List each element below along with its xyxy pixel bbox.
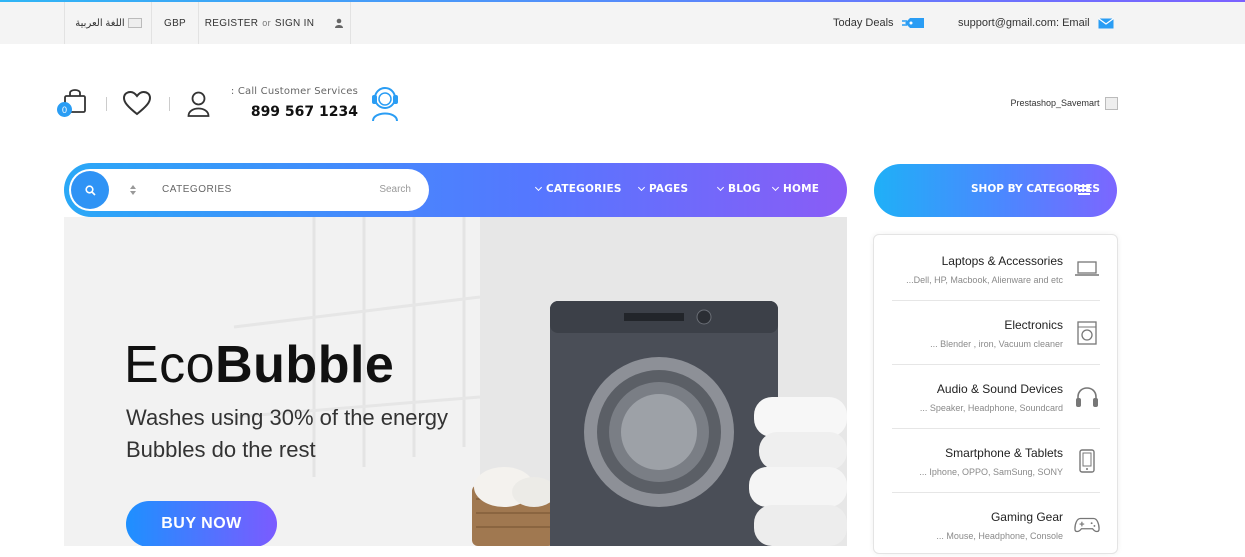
category-select[interactable]: CATEGORIES: [162, 184, 232, 195]
brand-bold: Bubble: [215, 336, 395, 394]
nav-blog[interactable]: BLOG: [716, 183, 761, 195]
banner-line-2: Bubbles do the rest: [126, 437, 316, 462]
brand-light: Eco: [124, 336, 216, 394]
chevron-down-icon: [637, 183, 646, 192]
customer-service-phone[interactable]: 899 567 1234: [230, 104, 358, 120]
currency-switcher[interactable]: GBP: [151, 2, 198, 44]
account-icon[interactable]: [187, 91, 210, 117]
site-logo[interactable]: Prestashop_Savemart: [960, 97, 1118, 110]
nav-label: HOME: [783, 183, 820, 195]
list-item[interactable]: Smartphone & Tablets ... Iphone, OPPO, S…: [892, 429, 1100, 493]
currency-label: GBP: [163, 17, 187, 29]
broken-image-icon: [1105, 97, 1118, 110]
search-box: CATEGORIES Search: [69, 169, 429, 211]
hero-banner: EcoBubble Washes using 30% of the energy…: [64, 217, 847, 546]
category-list: Laptops & Accessories ...Dell, HP, Macbo…: [873, 234, 1118, 554]
logo-alt-text: Prestashop_Savemart: [1010, 97, 1100, 108]
user-icon: [335, 18, 344, 28]
account-links: REGISTER or SIGN IN: [198, 2, 351, 44]
email-label: support@gmail.com: Email: [958, 17, 1090, 29]
envelope-icon: [1097, 17, 1114, 28]
main-navbar: CATEGORIES Search CATEGORIES PAGES BLOG …: [64, 163, 847, 217]
support-headset-icon: [372, 87, 398, 122]
today-deals-label: Today Deals: [833, 17, 894, 29]
nav-categories[interactable]: CATEGORIES: [534, 183, 622, 195]
cart-count-badge: 0: [57, 102, 72, 117]
chevron-down-icon: [716, 183, 725, 192]
register-link[interactable]: REGISTER: [205, 18, 259, 29]
tag-icon: [901, 18, 924, 28]
chevron-down-icon: [534, 183, 543, 192]
nav-label: BLOG: [728, 183, 761, 195]
chevron-down-icon: [771, 183, 780, 192]
nav-label: CATEGORIES: [546, 183, 622, 195]
search-input[interactable]: Search: [379, 184, 411, 195]
top-bar: اللغة العربية GBP REGISTER or SIGN IN To…: [0, 2, 1245, 44]
banner-brand: EcoBubble: [124, 335, 394, 395]
nav-label: PAGES: [649, 183, 689, 195]
category-title: Electronics: [1004, 318, 1063, 332]
category-subtitle: ... Iphone, OPPO, SamSung, SONY: [919, 467, 1063, 477]
laptop-icon: [1074, 257, 1100, 281]
list-item[interactable]: Laptops & Accessories ...Dell, HP, Macbo…: [892, 237, 1100, 301]
category-title: Laptops & Accessories: [941, 254, 1063, 268]
category-title: Smartphone & Tablets: [945, 446, 1063, 460]
headphone-icon: [1074, 385, 1100, 409]
category-title: Audio & Sound Devices: [936, 382, 1063, 396]
list-item[interactable]: Audio & Sound Devices ... Speaker, Headp…: [892, 365, 1100, 429]
language-switcher[interactable]: اللغة العربية: [64, 2, 152, 44]
washer-icon: [1074, 321, 1100, 345]
email-link[interactable]: support@gmail.com: Email: [958, 2, 1114, 44]
buy-now-button[interactable]: BUY NOW: [126, 501, 277, 546]
sort-arrows-icon: [130, 185, 136, 195]
gamepad-icon: [1074, 513, 1100, 537]
category-subtitle: ... Mouse, Headphone, Console: [936, 531, 1063, 541]
category-subtitle: ... Speaker, Headphone, Soundcard: [919, 403, 1063, 413]
category-subtitle: ... Blender , iron, Vacuum cleaner: [930, 339, 1063, 349]
divider: [106, 97, 107, 111]
search-button[interactable]: [71, 171, 109, 209]
or-text: or: [262, 18, 271, 28]
category-title: Gaming Gear: [990, 510, 1063, 524]
today-deals-link[interactable]: Today Deals: [833, 2, 926, 44]
banner-line-1: Washes using 30% of the energy: [126, 405, 449, 430]
list-item[interactable]: Gaming Gear ... Mouse, Headphone, Consol…: [892, 493, 1100, 557]
menu-icon: [1078, 185, 1090, 195]
nav-home[interactable]: HOME: [771, 183, 820, 195]
list-item[interactable]: Electronics ... Blender , iron, Vacuum c…: [892, 301, 1100, 365]
nav-pages[interactable]: PAGES: [637, 183, 689, 195]
signin-link[interactable]: SIGN IN: [275, 18, 314, 29]
language-label: اللغة العربية: [75, 17, 125, 29]
shop-by-categories-button[interactable]: SHOP BY CATEGORIES: [874, 164, 1117, 217]
search-icon: [84, 184, 96, 196]
customer-service-label: : Call Customer Services: [230, 86, 358, 97]
category-subtitle: ...Dell, HP, Macbook, Alienware and etc: [906, 275, 1063, 285]
divider: [169, 97, 170, 111]
heart-icon[interactable]: [123, 91, 151, 116]
smartphone-icon: [1074, 449, 1100, 473]
flag-icon: [127, 18, 142, 28]
